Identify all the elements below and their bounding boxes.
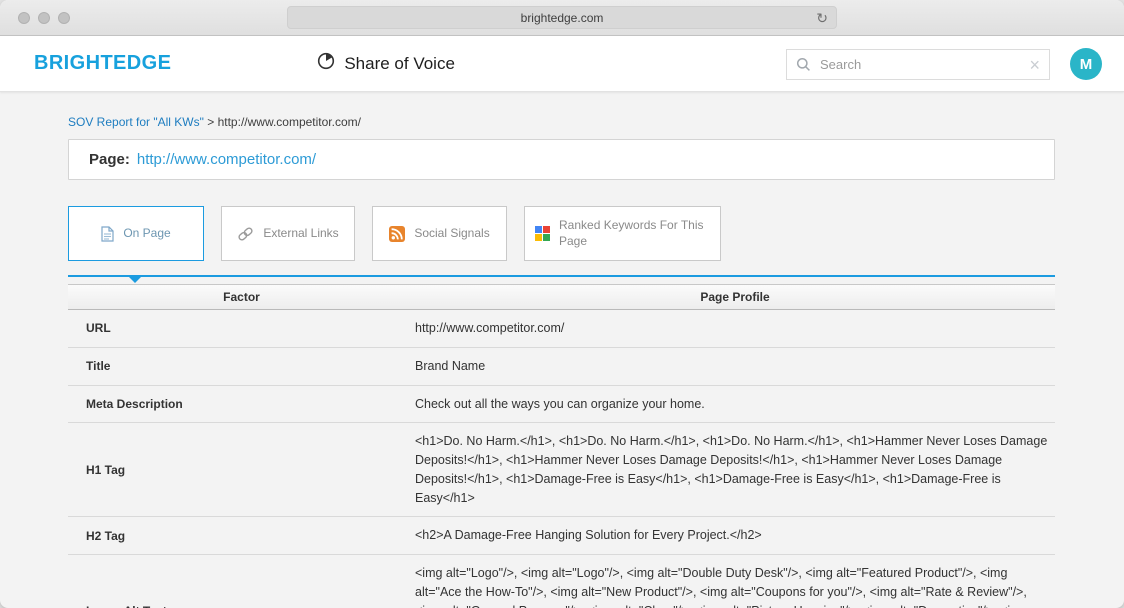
window-controls: [18, 0, 70, 36]
row-factor-label: Image Alt Text: [68, 604, 415, 608]
row-value: Brand Name: [415, 348, 1055, 385]
active-tab-caret: [129, 277, 141, 283]
row-factor-label: URL: [68, 321, 415, 335]
breadcrumb-current: http://www.competitor.com/: [218, 115, 361, 129]
document-icon: [101, 226, 114, 242]
row-factor-label: Meta Description: [68, 397, 415, 411]
minimize-window-button[interactable]: [38, 12, 50, 24]
browser-chrome: brightedge.com ↻: [0, 0, 1124, 36]
search-clear-icon[interactable]: ×: [1029, 56, 1040, 74]
table-row: H2 Tag <h2>A Damage-Free Hanging Solutio…: [68, 517, 1055, 555]
column-header-factor: Factor: [68, 290, 415, 304]
address-bar[interactable]: brightedge.com ↻: [287, 6, 837, 29]
table-row: URL http://www.competitor.com/: [68, 310, 1055, 348]
close-window-button[interactable]: [18, 12, 30, 24]
browser-window: brightedge.com ↻ BRIGHTEDGE Share of Voi…: [0, 0, 1124, 608]
share-of-voice-icon: [317, 52, 335, 75]
tab-external-links[interactable]: External Links: [221, 206, 355, 261]
row-value: Check out all the ways you can organize …: [415, 386, 1055, 423]
tab-bar: On Page External Links: [68, 206, 1055, 261]
brightedge-logo[interactable]: BRIGHTEDGE: [34, 52, 171, 75]
refresh-icon[interactable]: ↻: [816, 11, 828, 25]
tab-label: Ranked Keywords For This Page: [559, 218, 710, 249]
google-icon: [535, 226, 550, 241]
page-url-link[interactable]: http://www.competitor.com/: [137, 151, 316, 168]
row-value: http://www.competitor.com/: [415, 310, 1055, 347]
row-value: <h2>A Damage-Free Hanging Solution for E…: [415, 517, 1055, 554]
search-box[interactable]: ×: [786, 49, 1050, 80]
row-value: <img alt="Logo"/>, <img alt="Logo"/>, <i…: [415, 555, 1055, 608]
search-icon: [796, 57, 811, 72]
breadcrumb: SOV Report for "All KWs" > http://www.co…: [68, 92, 1055, 139]
rss-icon: [389, 226, 405, 242]
row-factor-label: Title: [68, 359, 415, 373]
table-row: H1 Tag <h1>Do. No Harm.</h1>, <h1>Do. No…: [68, 423, 1055, 517]
page-label: Page:: [89, 151, 130, 168]
tab-social-signals[interactable]: Social Signals: [372, 206, 507, 261]
breadcrumb-sov-report-link[interactable]: SOV Report for "All KWs": [68, 115, 204, 129]
tab-label: On Page: [123, 226, 170, 242]
table-row: Meta Description Check out all the ways …: [68, 386, 1055, 424]
search-input[interactable]: [818, 56, 1029, 73]
row-value: <h1>Do. No Harm.</h1>, <h1>Do. No Harm.<…: [415, 423, 1055, 516]
table-row: Title Brand Name: [68, 348, 1055, 386]
row-factor-label: H1 Tag: [68, 463, 415, 477]
page-title-label: Share of Voice: [344, 54, 455, 74]
page-title: Share of Voice: [317, 52, 455, 75]
app-header: BRIGHTEDGE Share of Voice × M: [0, 36, 1124, 92]
tab-on-page[interactable]: On Page: [68, 206, 204, 261]
tab-ranked-keywords[interactable]: Ranked Keywords For This Page: [524, 206, 721, 261]
tab-label: Social Signals: [414, 226, 489, 242]
user-avatar[interactable]: M: [1070, 48, 1102, 80]
table-row: Image Alt Text <img alt="Logo"/>, <img a…: [68, 555, 1055, 608]
page-url-panel: Page: http://www.competitor.com/: [68, 139, 1055, 180]
zoom-window-button[interactable]: [58, 12, 70, 24]
address-bar-url: brightedge.com: [521, 11, 604, 25]
on-page-factor-table: Factor Page Profile URL http://www.compe…: [68, 284, 1055, 608]
active-tab-underline: [68, 275, 1055, 277]
column-header-page-profile: Page Profile: [415, 290, 1055, 304]
table-header-row: Factor Page Profile: [68, 284, 1055, 310]
row-factor-label: H2 Tag: [68, 529, 415, 543]
breadcrumb-separator: >: [207, 115, 214, 129]
link-icon: [237, 226, 254, 242]
main-content: SOV Report for "All KWs" > http://www.co…: [0, 92, 1124, 608]
tab-label: External Links: [263, 226, 338, 242]
